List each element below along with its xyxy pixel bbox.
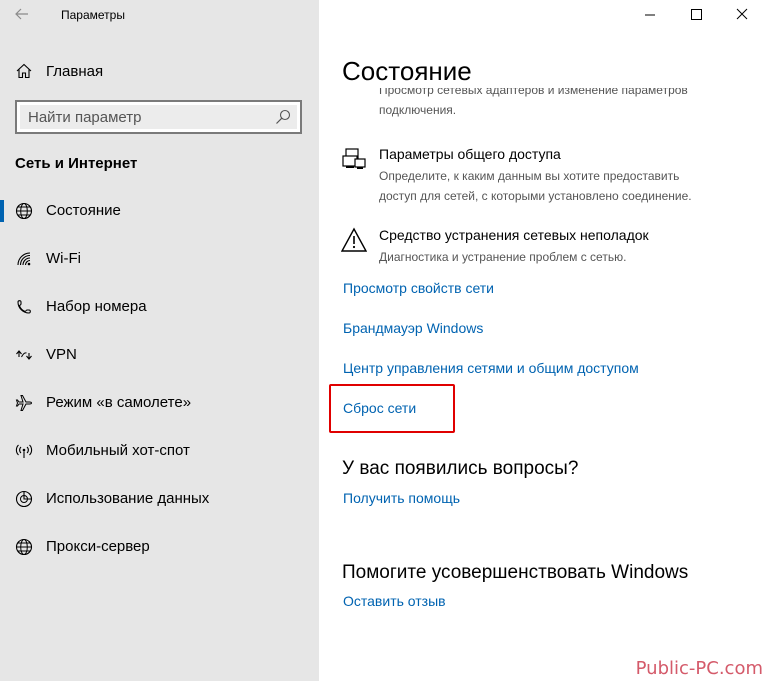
sidebar-item-label: VPN	[46, 346, 77, 363]
troubleshooter-option[interactable]: Средство устранения сетевых неполадок Ди…	[341, 227, 741, 267]
desc-line: Просмотр сетевых адаптеров и изменение п…	[379, 88, 688, 97]
title-bar: Параметры	[0, 0, 319, 30]
close-button[interactable]	[719, 0, 765, 30]
close-icon	[736, 8, 748, 20]
troubleshooter-desc: Диагностика и устранение проблем с сетью…	[379, 250, 627, 264]
sharing-desc: Определите, к каким данным вы хотите пре…	[379, 166, 739, 206]
minimize-button[interactable]	[627, 0, 673, 30]
network-center-link[interactable]: Центр управления сетями и общим доступом	[343, 360, 639, 376]
desc-line: Определите, к каким данным вы хотите пре…	[379, 169, 680, 183]
sharing-title: Параметры общего доступа	[379, 146, 561, 162]
firewall-link[interactable]: Брандмауэр Windows	[343, 320, 483, 336]
section-title: Сеть и Интернет	[15, 155, 138, 172]
warning-icon	[341, 227, 367, 252]
minimize-icon	[645, 14, 655, 16]
sharing-icon	[342, 148, 366, 169]
feedback-link[interactable]: Оставить отзыв	[343, 593, 446, 609]
data-usage-icon	[15, 490, 33, 508]
sidebar-item-wifi[interactable]: Wi-Fi	[0, 240, 319, 288]
network-reset-link[interactable]: Сброс сети	[343, 400, 416, 416]
sidebar-item-proxy[interactable]: Прокси-сервер	[0, 528, 319, 576]
watermark: Public-PC.com	[635, 658, 763, 679]
main-content: Состояние Просмотр сетевых адаптеров и и…	[319, 0, 767, 681]
sidebar-item-label: Состояние	[46, 202, 121, 219]
sidebar: Параметры Главная Сеть и Интернет Состоя…	[0, 0, 319, 681]
sidebar-item-vpn[interactable]: VPN	[0, 336, 319, 384]
desc-line: подключения.	[379, 103, 457, 117]
back-arrow-icon	[15, 8, 28, 20]
search-inner	[20, 105, 297, 129]
sidebar-item-label: Использование данных	[46, 490, 210, 507]
sidebar-item-status[interactable]: Состояние	[0, 192, 319, 240]
desc-line: доступ для сетей, с которыми установлено…	[379, 189, 692, 203]
sidebar-item-label: Прокси-сервер	[46, 538, 150, 555]
search-box[interactable]	[15, 100, 302, 134]
adapter-options-desc: Просмотр сетевых адаптеров и изменение п…	[379, 88, 739, 119]
improve-heading: Помогите усовершенствовать Windows	[342, 562, 689, 583]
airplane-icon	[15, 395, 33, 411]
window-controls	[627, 0, 767, 30]
sidebar-item-airplane[interactable]: Режим «в самолете»	[0, 384, 319, 432]
maximize-icon	[691, 9, 702, 20]
sidebar-item-data-usage[interactable]: Использование данных	[0, 480, 319, 528]
home-nav-item[interactable]: Главная	[0, 56, 319, 86]
back-button[interactable]	[10, 4, 34, 24]
dialup-icon	[17, 300, 31, 314]
troubleshooter-title: Средство устранения сетевых неполадок	[379, 227, 649, 243]
vpn-icon	[16, 350, 32, 360]
network-properties-link[interactable]: Просмотр свойств сети	[343, 280, 494, 296]
app-title: Параметры	[61, 8, 125, 22]
page-title: Состояние	[342, 56, 472, 86]
sidebar-item-dialup[interactable]: Набор номера	[0, 288, 319, 336]
sidebar-item-label: Wi-Fi	[46, 250, 81, 267]
search-input[interactable]	[20, 105, 260, 129]
sidebar-item-label: Мобильный хот-спот	[46, 442, 190, 459]
globe-icon	[15, 202, 33, 220]
sidebar-item-hotspot[interactable]: Мобильный хот-спот	[0, 432, 319, 480]
search-icon[interactable]	[275, 109, 291, 125]
sidebar-item-label: Режим «в самолете»	[46, 394, 192, 411]
hotspot-icon	[15, 444, 33, 458]
sidebar-nav: Состояние Wi-Fi Набор номера VPN Режим «…	[0, 192, 319, 576]
home-label: Главная	[46, 63, 104, 80]
sidebar-item-label: Набор номера	[46, 298, 147, 315]
maximize-button[interactable]	[673, 0, 719, 30]
questions-heading: У вас появились вопросы?	[342, 458, 579, 479]
wifi-icon	[17, 252, 31, 266]
get-help-link[interactable]: Получить помощь	[343, 490, 460, 506]
home-icon	[16, 63, 32, 79]
sharing-options[interactable]: Параметры общего доступа Определите, к к…	[341, 146, 741, 203]
globe-icon	[15, 538, 33, 556]
